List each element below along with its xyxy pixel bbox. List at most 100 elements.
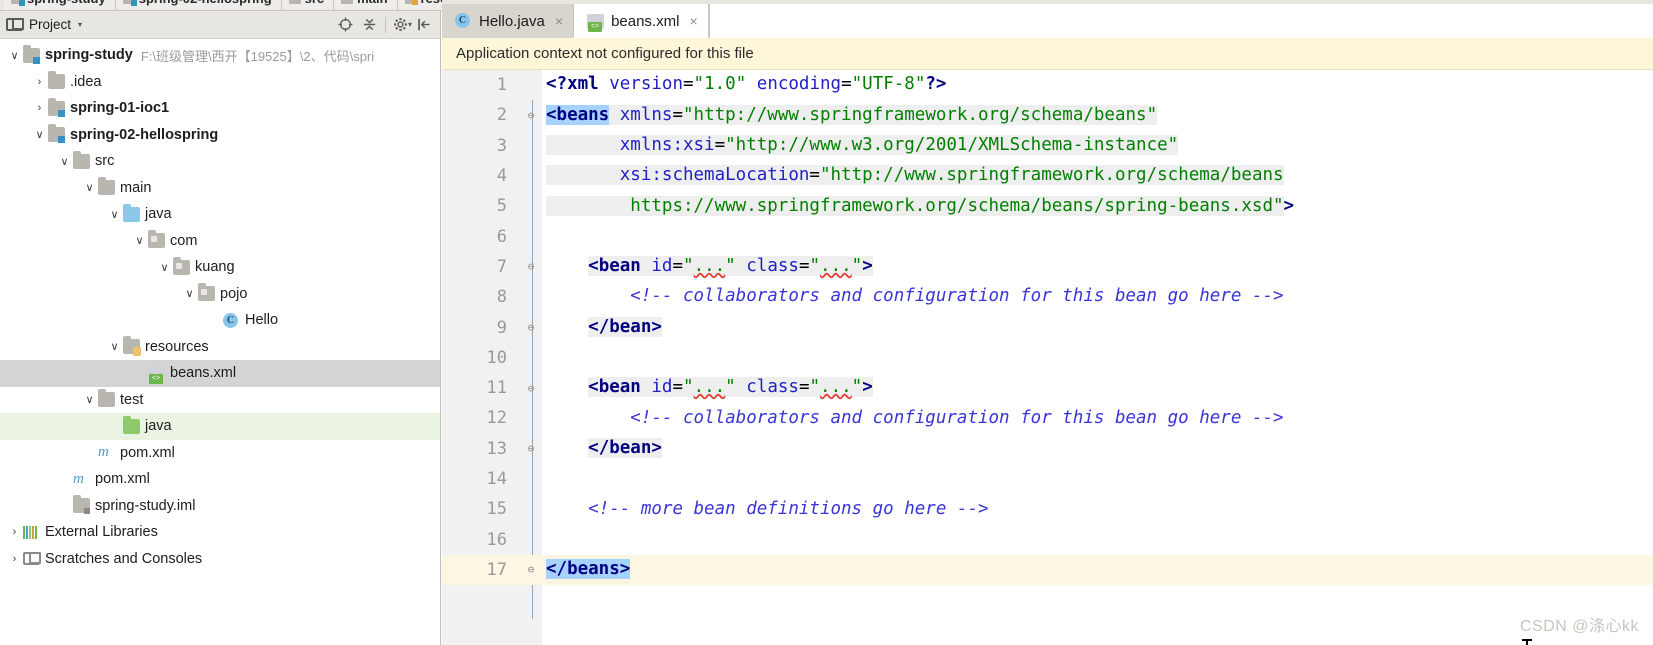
chevron-down-icon[interactable]: ∨ xyxy=(181,287,198,300)
chevron-down-icon[interactable]: ▾ xyxy=(78,20,82,29)
fold-toggle-icon[interactable]: ⊖ xyxy=(520,382,542,395)
code-line[interactable]: 4 xsi:schemaLocation="http://www.springf… xyxy=(442,161,1653,191)
tree-item-java[interactable]: ∨ java xyxy=(0,201,440,228)
chevron-right-icon[interactable]: › xyxy=(6,526,23,538)
tree-item-main[interactable]: ∨ main xyxy=(0,175,440,202)
tree-item-spring-01-ioc1[interactable]: › spring-01-ioc1 xyxy=(0,95,440,122)
module-icon xyxy=(48,124,70,144)
code-line[interactable]: 11 ⊖ <bean id="..." class="..."> xyxy=(442,373,1653,403)
code-line[interactable]: 3 xmlns:xsi="http://www.w3.org/2001/XMLS… xyxy=(442,131,1653,161)
chevron-down-icon[interactable]: ∨ xyxy=(106,208,123,221)
tree-item-test[interactable]: ∨ test xyxy=(0,387,440,414)
code-line[interactable]: 17 ⊖ </beans> xyxy=(442,554,1653,586)
code-line[interactable]: 16 xyxy=(442,524,1653,554)
breadcrumb-label: spring-study xyxy=(27,0,106,6)
tab-label: beans.xml xyxy=(611,12,680,30)
folder-icon xyxy=(341,0,354,4)
code-line[interactable]: 2 ⊖ <beans xmlns="http://www.springframewo… xyxy=(442,100,1653,130)
chevron-down-icon[interactable]: ∨ xyxy=(31,128,48,141)
code-line[interactable]: 10 xyxy=(442,343,1653,373)
tree-item-pom-xml[interactable]: ›mpom.xml xyxy=(0,466,440,493)
tree-item-pom-xml[interactable]: ›mpom.xml xyxy=(0,440,440,467)
tree-item-java[interactable]: ›java xyxy=(0,413,440,440)
locate-icon[interactable] xyxy=(334,13,358,37)
folder-icon xyxy=(98,389,120,408)
tree-item-label: .idea xyxy=(70,73,102,90)
tree-item-label: spring-02-hellospring xyxy=(70,126,219,143)
tree-item-beans-xml[interactable]: ›beans.xml xyxy=(0,360,440,387)
tree-item-spring-study-iml[interactable]: ›spring-study.iml xyxy=(0,493,440,520)
breadcrumb-item-src[interactable]: src xyxy=(281,0,335,10)
chevron-down-icon[interactable]: ∨ xyxy=(6,49,23,62)
close-icon[interactable]: × xyxy=(555,13,563,29)
code-line[interactable]: 6 xyxy=(442,221,1653,251)
chevron-down-icon[interactable]: ∨ xyxy=(156,261,173,274)
fold-toggle-icon[interactable]: ⊖ xyxy=(520,321,542,334)
chevron-down-icon[interactable]: ∨ xyxy=(131,234,148,247)
xml-file-icon xyxy=(587,13,605,32)
code-line[interactable]: 5 https://www.springframework.org/schema… xyxy=(442,191,1653,221)
tree-item-pojo[interactable]: ∨ pojo xyxy=(0,281,440,308)
collapse-all-icon[interactable] xyxy=(358,13,382,37)
code-text: <!-- collaborators and configuration for… xyxy=(630,286,1284,307)
chevron-right-icon[interactable]: › xyxy=(31,102,48,114)
tab-beans-xml[interactable]: beans.xml × xyxy=(574,4,709,38)
breadcrumb-item-spring-02-hellospring[interactable]: spring-02-hellospring xyxy=(115,0,282,10)
chevron-down-icon[interactable]: ∨ xyxy=(106,340,123,353)
fold-toggle-icon[interactable]: ⊖ xyxy=(520,563,542,576)
tree-item-label: main xyxy=(120,179,152,196)
chevron-right-icon[interactable]: › xyxy=(31,76,48,88)
tree-item-external-libraries[interactable]: › External Libraries xyxy=(0,519,440,546)
chevron-right-icon[interactable]: › xyxy=(6,553,23,565)
code-line[interactable]: 12 <!-- collaborators and configuration … xyxy=(442,403,1653,433)
tree-item-scratches-and-consoles[interactable]: › Scratches and Consoles xyxy=(0,546,440,573)
tree-item-spring-study[interactable]: ∨ spring-study F:\班级管理\西开【19525】\2、代码\spri xyxy=(0,42,440,69)
module-icon xyxy=(122,0,137,6)
code-text: <!-- collaborators and configuration for… xyxy=(630,407,1284,428)
line-number: 6 xyxy=(496,226,507,247)
line-number: 17 xyxy=(486,559,507,580)
code-line[interactable]: 13 ⊖ </bean> xyxy=(442,434,1653,464)
tree-item-idea[interactable]: › .idea xyxy=(0,69,440,96)
tree-item-resources[interactable]: ∨ resources xyxy=(0,334,440,361)
watermark: CSDN @涤心kk xyxy=(1519,618,1639,635)
java-class-icon: C xyxy=(455,13,472,29)
code-line[interactable]: 1 <?xml version="1.0" encoding="UTF-8"?> xyxy=(442,70,1653,100)
tree-item-kuang[interactable]: ∨ kuang xyxy=(0,254,440,281)
close-icon[interactable]: × xyxy=(689,13,697,29)
code-line[interactable]: 8 <!-- collaborators and configuration f… xyxy=(442,282,1653,312)
code-line[interactable]: 7 ⊖ <bean id="..." class="..."> xyxy=(442,252,1653,282)
package-icon xyxy=(148,230,170,249)
code-line[interactable]: 14 xyxy=(442,464,1653,494)
breadcrumb-label: spring-02-hellospring xyxy=(139,0,272,6)
line-number: 12 xyxy=(486,408,507,429)
tree-item-label: pom.xml xyxy=(120,444,175,461)
tree-item-label: java xyxy=(145,206,172,222)
code-line[interactable]: 9 ⊖ </bean> xyxy=(442,312,1653,342)
chevron-down-icon[interactable]: ∨ xyxy=(81,181,98,194)
line-number: 4 xyxy=(496,166,507,187)
fold-toggle-icon[interactable]: ⊖ xyxy=(520,109,542,122)
project-tree[interactable]: ∨ spring-study F:\班级管理\西开【19525】\2、代码\spri… xyxy=(0,39,440,572)
fold-toggle-icon[interactable]: ⊖ xyxy=(520,260,542,273)
code-text: <bean id="..." class="..."> xyxy=(588,377,873,398)
breadcrumb-item-main[interactable]: main xyxy=(334,0,398,10)
tree-item-com[interactable]: ∨ com xyxy=(0,228,440,255)
fold-toggle-icon[interactable]: ⊖ xyxy=(520,442,542,455)
module-icon xyxy=(23,44,45,64)
tree-item-spring-02-hellospring[interactable]: ∨ spring-02-hellospring xyxy=(0,122,440,149)
breadcrumb-item-spring-study[interactable]: spring-study xyxy=(4,0,116,10)
tree-item-label: beans.xml xyxy=(170,365,237,381)
chevron-down-icon[interactable]: ∨ xyxy=(81,393,98,406)
test-folder-icon xyxy=(123,415,145,434)
code-line[interactable]: 15 <!-- more bean definitions go here --… xyxy=(442,494,1653,524)
code-text: <?xml version="1.0" encoding="UTF-8"?> xyxy=(546,74,947,95)
code-text: <!-- more bean definitions go here --> xyxy=(588,498,989,519)
chevron-down-icon[interactable]: ∨ xyxy=(56,155,73,168)
tree-item-label: spring-study xyxy=(45,47,133,63)
code-editor[interactable]: 1 <?xml version="1.0" encoding="UTF-8"?> 2… xyxy=(442,70,1653,645)
tree-item-hello[interactable]: ›CHello xyxy=(0,307,440,334)
tab-hello-java[interactable]: C Hello.java × xyxy=(442,4,575,38)
tree-item-src[interactable]: ∨ src xyxy=(0,148,440,175)
hide-panel-icon[interactable] xyxy=(412,13,436,37)
